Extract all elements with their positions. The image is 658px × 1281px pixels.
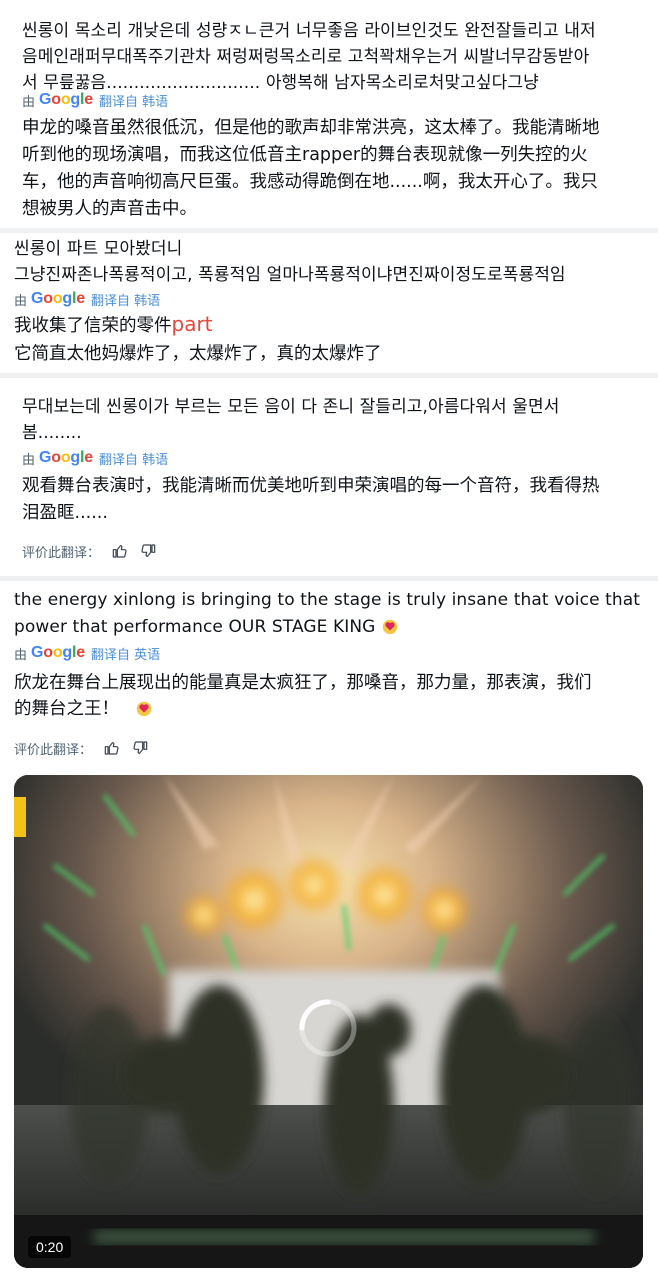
comment-2-translation-line-2: 它简直太他妈爆炸了，太爆炸了，真的太爆炸了 [14,344,382,364]
comment-1-original-line-2: 음메인래퍼무대폭주기관차 쩌렁쩌렁목소리로 고척꽉채우는거 씨발너무감동받아 [22,47,590,67]
thumbs-up-icon[interactable] [112,543,128,559]
google-logo: Google [39,91,93,108]
translated-from-label[interactable]: 翻译自 韩语 [99,91,168,110]
google-translate-attribution: 由 Google 翻译自 韩语 [22,449,168,468]
comment-3-translation-line-1: 观看舞台表演时，我能清晰而优美地听到申荣演唱的每一个音符，我看得热 [22,476,600,496]
heart-hands-emoji-icon [136,701,151,717]
google-translate-attribution: 由 Google 翻译自 英语 [14,644,160,663]
google-translate-attribution: 由 Google 翻译自 韩语 [14,290,160,309]
translated-from-label[interactable]: 翻译自 英语 [91,644,160,663]
comment-2-translation-line-1: 我收集了信荣的零件part [14,311,213,340]
comment-4-translation-text: 的舞台之王！ [14,699,119,719]
comment-3-original-line-1: 무대보는데 씬롱이가 부르는 모든 음이 다 존니 잘들리고,아름다워서 울면서 [22,397,560,417]
part-word: part [171,312,213,336]
comment-2-original-line-2: 그냥진짜존나폭룡적이고, 폭룡적임 얼마나폭룡적이냐면진짜이정도로폭룡적임 [14,265,566,285]
google-translate-attribution: 由 Google 翻译自 韩语 [22,91,168,110]
video-player[interactable]: 2025 0:20 [14,775,643,1268]
comment-4-original-text: power that performance OUR STAGE KING [14,617,376,637]
video-duration-badge: 0:20 [28,1236,72,1258]
heart-hands-emoji-icon [382,619,398,635]
rate-translation: 评价此翻译： [14,739,148,758]
comment-4-original-line-2: power that performance OUR STAGE KING [14,614,399,640]
google-logo: Google [31,644,85,661]
comment-1: 씬롱이 목소리 개낮은데 성량ㅈㄴ큰거 너무좋음 라이브인것도 완전잘들리고 내… [0,0,658,228]
comment-3-translation-line-2: 泪盈眶...... [22,503,108,523]
by-label: 由 [14,647,28,663]
thumbs-down-icon[interactable] [140,543,156,559]
thumbs-up-icon[interactable] [104,740,120,756]
comment-1-translation-line-1: 申龙的嗓音虽然很低沉，但是他的歌声却非常洪亮，这太棒了。我能清晰地 [22,118,600,138]
comment-1-translation-line-4: 想被男人的声音击中。 [22,199,197,219]
translated-from-label[interactable]: 翻译自 韩语 [99,449,168,468]
translation-text: 我收集了信荣的零件 [14,316,172,336]
comment-2-original-line-1: 씬롱이 파트 모아봤더니 [14,239,183,259]
google-logo: Google [39,449,93,466]
rate-translation-label: 评价此翻译： [22,545,101,561]
rate-translation: 评价此翻译： [22,542,156,561]
by-label: 由 [14,293,28,309]
by-label: 由 [22,452,36,468]
comment-4-translation-line-2: 的舞台之王！ [14,696,153,723]
comment-3-original-line-2: 봄........ [22,423,82,443]
translated-from-label[interactable]: 翻译自 韩语 [91,290,160,309]
comment-4-original-line-1: the energy xinlong is bringing to the st… [14,590,641,610]
google-logo: Google [31,290,85,307]
comment-1-translation-line-3: 车，他的声音响彻高尺巨蛋。我感动得跪倒在地......啊，我太开心了。我只 [22,172,598,192]
thumbs-down-icon[interactable] [132,740,148,756]
by-label: 由 [22,94,36,110]
comment-4-translation-line-1: 欣龙在舞台上展现出的能量真是太疯狂了，那嗓音，那力量，那表演，我们 [14,673,592,693]
comment-1-original-line-1: 씬롱이 목소리 개낮은데 성량ㅈㄴ큰거 너무좋음 라이브인것도 완전잘들리고 내… [22,21,596,41]
comment-1-translation-line-2: 听到他的现场演唱，而我这位低音主rapper的舞台表现就像一列失控的火 [22,145,588,165]
rate-translation-label: 评价此翻译： [14,742,93,758]
video-watermark: 2025 [14,805,15,823]
comment-2: 씬롱이 파트 모아봤더니 그냥진짜존나폭룡적이고, 폭룡적임 얼마나폭룡적이냐면… [0,233,658,373]
comment-3: 무대보는데 씬롱이가 부르는 모든 음이 다 존니 잘들리고,아름다워서 울면서… [0,378,658,576]
video-frame-concert-stage [14,775,643,1268]
